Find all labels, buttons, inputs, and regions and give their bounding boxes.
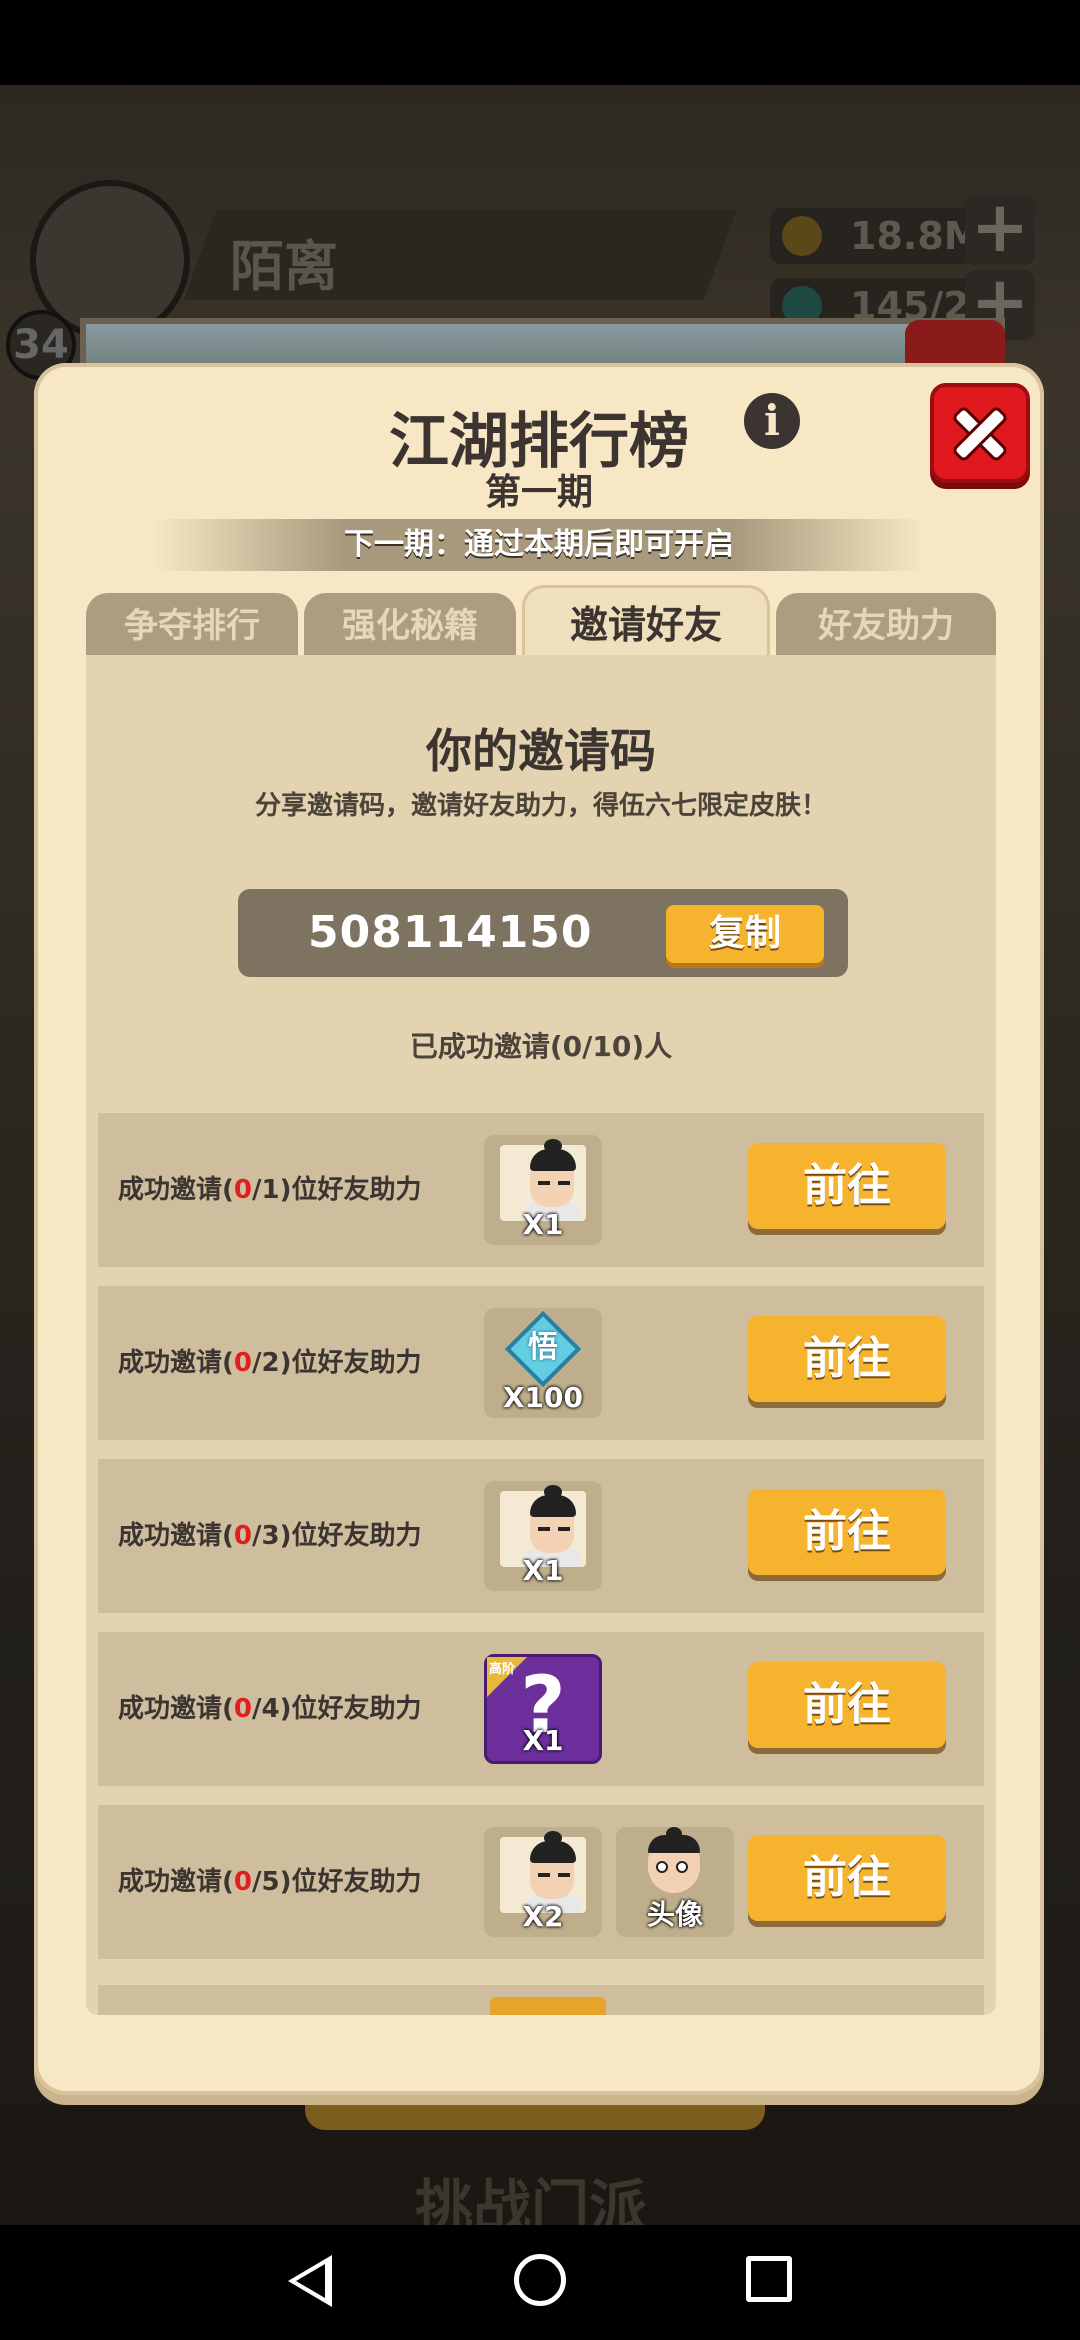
reward-row-partial — [98, 1985, 984, 2015]
gem-character: 悟 — [528, 1330, 558, 1365]
reward-quantity: X100 — [502, 1381, 584, 1414]
reward-item[interactable]: X1 — [484, 1135, 602, 1245]
recent-apps-icon[interactable] — [746, 2256, 792, 2302]
ranking-modal: 江湖排行榜 i 第一期 下一期：通过本期后即可开启 争夺排行 强化秘籍 好友助力… — [34, 363, 1044, 2095]
reward-row: 成功邀请(0/5)位好友助力 X2 头像 前往 — [98, 1805, 984, 1959]
reward-item[interactable]: X1 — [484, 1481, 602, 1591]
reward-quantity: X1 — [522, 1724, 564, 1757]
go-button[interactable]: 前往 — [748, 1662, 946, 1748]
go-button[interactable]: 前往 — [748, 1835, 946, 1921]
tab-secrets[interactable]: 强化秘籍 — [304, 593, 516, 659]
reward-row: 成功邀请(0/3)位好友助力 X1 前往 — [98, 1459, 984, 1613]
coin-counter: 18.8M — [770, 208, 990, 264]
rarity-tag-label: 高阶 — [489, 1662, 516, 1677]
reward-row: 成功邀请(0/2)位好友助力 悟 X100 前往 — [98, 1286, 984, 1440]
next-period-notice: 下一期：通过本期后即可开启 — [154, 519, 924, 571]
go-button[interactable]: 前往 — [748, 1143, 946, 1229]
go-button[interactable]: 前往 — [748, 1489, 946, 1575]
tab-bar: 争夺排行 强化秘籍 好友助力 邀请好友 — [86, 585, 996, 659]
add-coin-button[interactable]: + — [965, 192, 1035, 265]
tab-friend-help[interactable]: 好友助力 — [776, 593, 996, 659]
reward-row-label: 成功邀请(0/3)位好友助力 — [118, 1521, 422, 1551]
reward-row-label: 成功邀请(0/4)位好友助力 — [118, 1694, 422, 1724]
home-icon[interactable] — [514, 2254, 566, 2306]
reward-row: 成功邀请(0/1)位好友助力 X1 前往 — [98, 1113, 984, 1267]
reward-item[interactable]: ? 高阶 X1 — [484, 1654, 602, 1764]
reward-item[interactable]: 悟 X100 — [484, 1308, 602, 1418]
invite-code-box: 508114150 复制 — [238, 889, 848, 977]
tab-ranking[interactable]: 争夺排行 — [86, 593, 298, 659]
period-label: 第一期 — [484, 472, 593, 513]
reward-row-label: 成功邀请(0/1)位好友助力 — [118, 1175, 422, 1205]
reward-item[interactable]: X2 — [484, 1827, 602, 1937]
status-bar — [0, 0, 1080, 85]
reward-item[interactable]: 头像 — [616, 1827, 734, 1937]
invited-count: 已成功邀请(0/10)人 — [409, 1030, 673, 1063]
reward-quantity: X1 — [522, 1208, 564, 1241]
invite-code: 508114150 — [308, 907, 593, 958]
tab-invite-friends[interactable]: 邀请好友 — [522, 585, 770, 659]
player-name: 陌离 — [230, 235, 338, 298]
reward-row: 成功邀请(0/4)位好友助力 ? 高阶 X1 前往 — [98, 1632, 984, 1786]
go-button[interactable]: 前往 — [748, 1316, 946, 1402]
invite-description: 分享邀请码，邀请好友助力，得伍六七限定皮肤！ — [254, 791, 827, 821]
reward-quantity: 头像 — [646, 1898, 703, 1931]
reward-row-label: 成功邀请(0/5)位好友助力 — [118, 1867, 422, 1897]
info-icon[interactable]: i — [744, 393, 800, 449]
coin-icon — [782, 216, 822, 256]
invite-panel: 你的邀请码 分享邀请码，邀请好友助力，得伍六七限定皮肤！ 508114150 复… — [86, 655, 996, 2015]
reward-row-label: 成功邀请(0/2)位好友助力 — [118, 1348, 422, 1378]
copy-button[interactable]: 复制 — [666, 905, 824, 963]
reward-quantity: X2 — [522, 1900, 564, 1933]
reward-quantity: X1 — [522, 1554, 564, 1587]
invite-code-title: 你的邀请码 — [426, 724, 656, 778]
